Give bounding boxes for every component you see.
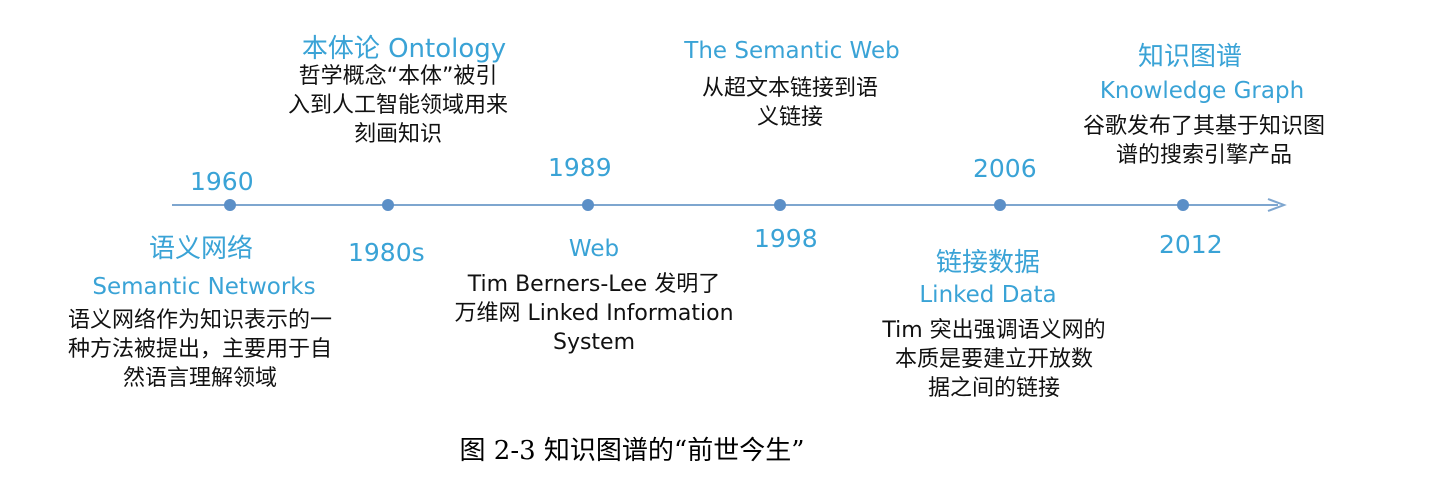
timeline-dot-1998 (774, 199, 786, 211)
event-2006-description: Tim 突出强调语义网的 本质是要建立开放数 据之间的链接 (882, 316, 1105, 403)
event-1960-title-zh: 语义网络 (148, 234, 254, 264)
timeline-dot-1960 (224, 199, 236, 211)
year-1980s: 1980s (348, 238, 425, 267)
event-1960-desc-line: 种方法被提出，主要用于自 (67, 337, 333, 362)
figure-caption: 图 2-3 知识图谱的“前世今生” (459, 436, 805, 466)
year-2006: 2006 (973, 154, 1037, 183)
event-1980s-desc-line: 刻画知识 (353, 122, 443, 147)
event-1980s-desc-line: 入到人工智能领域用来 (287, 93, 509, 118)
event-1989-description: Tim Berners-Lee 发明了 万维网 Linked Informati… (454, 270, 733, 357)
event-2012-desc-line: 谱的搜索引擎产品 (1115, 143, 1293, 168)
event-2006-desc-line: 本质是要建立开放数 (894, 347, 1093, 372)
event-1980s-desc-line: 哲学概念“本体”被引 (298, 64, 498, 89)
event-1980s-description: 哲学概念“本体”被引 入到人工智能领域用来 刻画知识 (288, 62, 508, 149)
year-1989: 1989 (548, 153, 612, 182)
event-1989-desc-line: System (552, 330, 636, 355)
event-2012-description: 谷歌发布了其基于知识图 谱的搜索引擎产品 (1083, 112, 1325, 170)
event-1998-desc-line: 义链接 (756, 105, 824, 130)
event-2006-desc-line: 据之间的链接 (927, 376, 1060, 401)
event-2012-title-en: Knowledge Graph (1099, 78, 1305, 104)
timeline-dot-1989 (582, 199, 594, 211)
year-2012: 2012 (1159, 230, 1223, 259)
event-2006-title-en: Linked Data (919, 282, 1057, 308)
event-2006-title-zh: 链接数据 (935, 248, 1041, 278)
timeline-dot-2012 (1177, 199, 1189, 211)
event-1960-desc-line: 语义网络作为知识表示的一 (67, 308, 333, 333)
timeline-dot-1980s (382, 199, 394, 211)
event-1989-title: Web (568, 236, 620, 262)
event-2006-desc-line: Tim 突出强调语义网的 (882, 318, 1106, 343)
event-1960-desc-line: 然语言理解领域 (122, 366, 278, 391)
event-1998-title: The Semantic Web (684, 38, 900, 64)
year-1998: 1998 (754, 224, 818, 253)
timeline-dot-2006 (994, 199, 1006, 211)
event-1960-description: 语义网络作为知识表示的一 种方法被提出，主要用于自 然语言理解领域 (68, 306, 332, 393)
event-1989-desc-line: 万维网 Linked Information (454, 301, 734, 326)
event-1960-title-en: Semantic Networks (92, 274, 316, 300)
event-2012-title-zh: 知识图谱 (1137, 42, 1243, 72)
event-1998-description: 从超文本链接到语 义链接 (702, 74, 878, 132)
year-1960: 1960 (190, 167, 254, 196)
event-1998-desc-line: 从超文本链接到语 (701, 76, 879, 101)
event-1980s-title: 本体论 Ontology (301, 34, 507, 64)
event-2012-desc-line: 谷歌发布了其基于知识图 (1082, 114, 1326, 139)
event-1989-desc-line: Tim Berners-Lee 发明了 (467, 272, 721, 297)
